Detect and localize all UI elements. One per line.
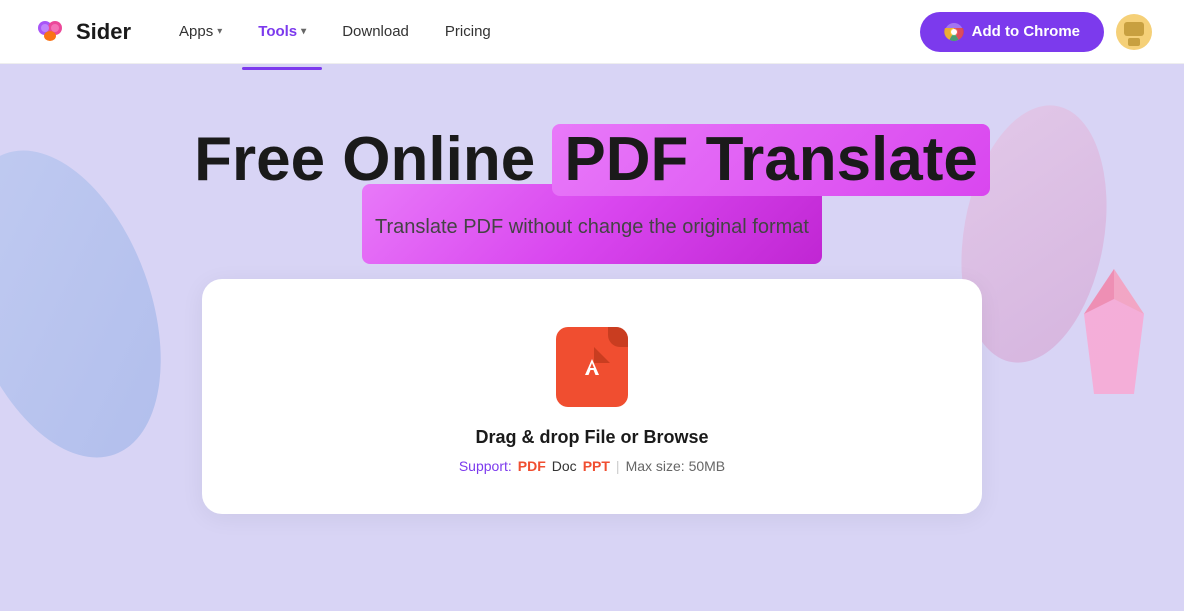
nav-label-download: Download [342, 23, 409, 40]
add-to-chrome-label: Add to Chrome [972, 23, 1080, 40]
nav-label-apps: Apps [179, 23, 213, 40]
pdf-acrobat-icon [572, 345, 612, 389]
user-avatar[interactable] [1116, 14, 1152, 50]
nav-item-download[interactable]: Download [326, 15, 425, 48]
hero-title-highlight: PDF Translate [552, 124, 989, 196]
chevron-down-icon: ▾ [217, 26, 222, 37]
support-type-pdf: PDF [518, 458, 546, 474]
nav-right: Add to Chrome [920, 12, 1152, 52]
deco-oval-left [0, 123, 199, 485]
logo-icon [32, 14, 68, 50]
chrome-icon [944, 22, 964, 42]
upload-box[interactable]: Drag & drop File or Browse Support: PDF … [202, 279, 982, 514]
support-divider: | [616, 458, 620, 474]
nav-item-apps[interactable]: Apps ▾ [163, 15, 238, 48]
nav-links: Apps ▾ Tools ▾ Download Pricing [163, 15, 920, 48]
upload-drag-text: Drag & drop File or Browse [475, 427, 708, 448]
hero-title: Free Online PDF Translate [194, 124, 990, 196]
nav-label-pricing: Pricing [445, 23, 491, 40]
deco-crystal-right [1074, 264, 1154, 404]
nav-item-tools[interactable]: Tools ▾ [242, 15, 322, 48]
max-size-label: Max size: 50MB [626, 458, 726, 474]
nav-item-pricing[interactable]: Pricing [429, 15, 507, 48]
add-to-chrome-button[interactable]: Add to Chrome [920, 12, 1104, 52]
navbar: Sider Apps ▾ Tools ▾ Download Pricing [0, 0, 1184, 64]
support-label: Support: [459, 458, 512, 474]
support-type-ppt: PPT [583, 458, 610, 474]
hero-section: Free Online PDF Translate Translate PDF … [0, 64, 1184, 611]
logo-text: Sider [76, 19, 131, 45]
pdf-icon-container [556, 327, 628, 407]
chevron-down-icon-tools: ▾ [301, 26, 306, 37]
logo[interactable]: Sider [32, 14, 131, 50]
upload-support: Support: PDF Doc PPT | Max size: 50MB [459, 458, 725, 474]
hero-subtitle: Translate PDF without change the origina… [375, 216, 809, 239]
hero-title-part1: Free Online [194, 125, 552, 194]
support-type-doc: Doc [552, 458, 577, 474]
nav-label-tools: Tools [258, 23, 297, 40]
